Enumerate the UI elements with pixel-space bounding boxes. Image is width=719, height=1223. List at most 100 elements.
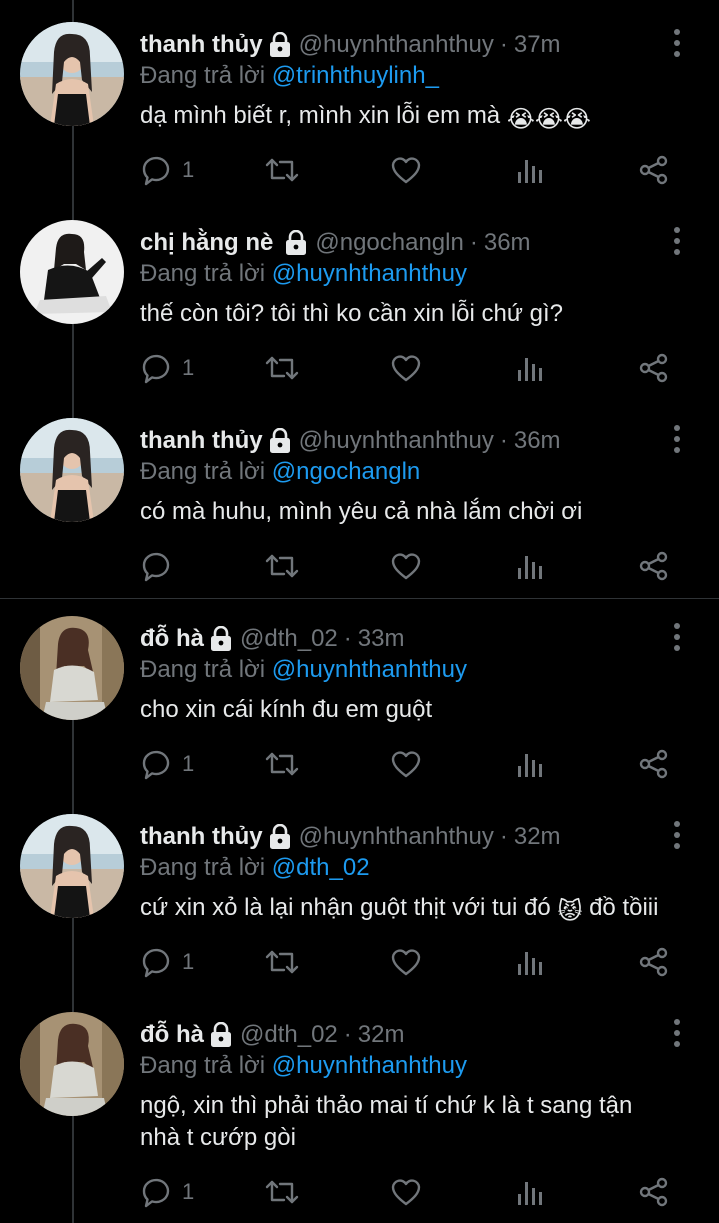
- user-handle[interactable]: @ngochangln: [315, 229, 463, 257]
- avatar[interactable]: [20, 220, 124, 324]
- user-handle[interactable]: @huynhthanhthuy: [299, 31, 494, 59]
- replying-to: Đang trả lời @huynhthanhthuy: [140, 656, 467, 684]
- reply-button[interactable]: 1: [140, 152, 194, 188]
- more-options-icon[interactable]: [667, 226, 687, 256]
- lock-icon: [269, 32, 291, 58]
- share-button[interactable]: [638, 152, 670, 188]
- retweet-button[interactable]: [264, 548, 300, 584]
- like-button[interactable]: [390, 944, 422, 980]
- like-button[interactable]: [390, 152, 422, 188]
- avatar[interactable]: [20, 616, 124, 720]
- tweet[interactable]: chị hằng nè @ngochangln · 36m Đang trả l…: [0, 198, 719, 396]
- display-name[interactable]: thanh thủy: [140, 823, 263, 851]
- user-handle[interactable]: @dth_02: [240, 1021, 338, 1049]
- retweet-button[interactable]: [264, 944, 300, 980]
- reply-button[interactable]: 1: [140, 1174, 194, 1210]
- share-button[interactable]: [638, 548, 670, 584]
- reply-button[interactable]: 1: [140, 746, 194, 782]
- tweet-text: có mà huhu, mình yêu cả nhà lắm chời ơi: [140, 498, 583, 525]
- views-button[interactable]: [514, 548, 546, 584]
- display-name[interactable]: chị hằng nè: [140, 229, 273, 257]
- timestamp[interactable]: 36m: [484, 229, 531, 257]
- reply-button[interactable]: 1: [140, 350, 194, 386]
- reply-count: 1: [182, 355, 195, 380]
- views-button[interactable]: [514, 1174, 546, 1210]
- replying-to-label: Đang trả lời: [140, 260, 266, 287]
- reply-mention-link[interactable]: @huynhthanhthuy: [272, 260, 467, 287]
- reply-button[interactable]: 1: [140, 944, 194, 980]
- reply-mention-link[interactable]: @huynhthanhthuy: [272, 656, 467, 683]
- timestamp[interactable]: 33m: [358, 625, 405, 653]
- lock-icon: [269, 428, 291, 454]
- retweet-button[interactable]: [264, 350, 300, 386]
- avatar[interactable]: [20, 1012, 124, 1116]
- retweet-icon: [264, 748, 300, 780]
- reply-icon: [140, 946, 172, 978]
- display-name[interactable]: thanh thủy: [140, 427, 263, 455]
- views-icon: [514, 550, 546, 582]
- more-options-icon[interactable]: [667, 622, 687, 652]
- like-button[interactable]: [390, 1174, 422, 1210]
- reply-icon: [140, 1176, 172, 1208]
- retweet-button[interactable]: [264, 1174, 300, 1210]
- action-bar: [140, 548, 680, 588]
- reply-mention-link[interactable]: @trinhthuylinh_: [272, 62, 439, 89]
- user-handle[interactable]: @dth_02: [240, 625, 338, 653]
- tweet-text-after: đồ tồiii: [589, 894, 659, 921]
- reply-count: 1: [182, 1179, 195, 1204]
- tweet-text-body: dạ mình biết r, mình xin lỗi em mà: [140, 102, 501, 129]
- reply-mention-link[interactable]: @dth_02: [272, 854, 370, 881]
- replying-to-label: Đang trả lời: [140, 62, 266, 89]
- share-button[interactable]: [638, 1174, 670, 1210]
- retweet-icon: [264, 1176, 300, 1208]
- share-button[interactable]: [638, 350, 670, 386]
- tweet[interactable]: thanh thủy @huynhthanhthuy · 37m Đang tr…: [0, 0, 719, 198]
- like-icon: [390, 748, 422, 780]
- user-handle[interactable]: @huynhthanhthuy: [299, 427, 494, 455]
- tweet[interactable]: đỗ hà @dth_02 · 33m Đang trả lời @huynht…: [0, 594, 719, 792]
- display-name[interactable]: đỗ hà: [140, 1021, 204, 1049]
- avatar[interactable]: [20, 418, 124, 522]
- tweet[interactable]: thanh thủy @huynhthanhthuy · 32m Đang tr…: [0, 792, 719, 990]
- more-options-icon[interactable]: [667, 28, 687, 58]
- more-options-icon[interactable]: [667, 820, 687, 850]
- avatar[interactable]: [20, 22, 124, 126]
- reply-mention-link[interactable]: @ngochangln: [272, 458, 420, 485]
- tweet-text: cho xin cái kính đu em guột: [140, 696, 433, 723]
- reply-mention-link[interactable]: @huynhthanhthuy: [272, 1052, 467, 1079]
- like-icon: [390, 946, 422, 978]
- lock-icon: [285, 230, 307, 256]
- display-name[interactable]: đỗ hà: [140, 625, 204, 653]
- replying-to: Đang trả lời @dth_02: [140, 854, 370, 882]
- avatar[interactable]: [20, 814, 124, 918]
- reply-icon: [140, 748, 172, 780]
- views-button[interactable]: [514, 944, 546, 980]
- action-bar: 1: [140, 746, 680, 786]
- tweet[interactable]: thanh thủy @huynhthanhthuy · 36m Đang tr…: [0, 396, 719, 598]
- like-button[interactable]: [390, 746, 422, 782]
- views-button[interactable]: [514, 746, 546, 782]
- action-bar: 1: [140, 152, 680, 192]
- replying-to-label: Đang trả lời: [140, 656, 266, 683]
- lock-icon: [269, 824, 291, 850]
- more-options-icon[interactable]: [667, 1018, 687, 1048]
- timestamp[interactable]: 32m: [358, 1021, 405, 1049]
- tweet[interactable]: đỗ hà @dth_02 · 32m Đang trả lời @huynht…: [0, 990, 719, 1223]
- timestamp[interactable]: 32m: [514, 823, 561, 851]
- timestamp[interactable]: 36m: [514, 427, 561, 455]
- reply-button[interactable]: [140, 548, 172, 584]
- timestamp[interactable]: 37m: [514, 31, 561, 59]
- user-handle[interactable]: @huynhthanhthuy: [299, 823, 494, 851]
- display-name[interactable]: thanh thủy: [140, 31, 263, 59]
- retweet-button[interactable]: [264, 152, 300, 188]
- views-icon: [514, 352, 546, 384]
- share-button[interactable]: [638, 944, 670, 980]
- reply-count: 1: [182, 949, 195, 974]
- more-options-icon[interactable]: [667, 424, 687, 454]
- like-button[interactable]: [390, 350, 422, 386]
- retweet-button[interactable]: [264, 746, 300, 782]
- views-button[interactable]: [514, 350, 546, 386]
- views-button[interactable]: [514, 152, 546, 188]
- share-button[interactable]: [638, 746, 670, 782]
- like-button[interactable]: [390, 548, 422, 584]
